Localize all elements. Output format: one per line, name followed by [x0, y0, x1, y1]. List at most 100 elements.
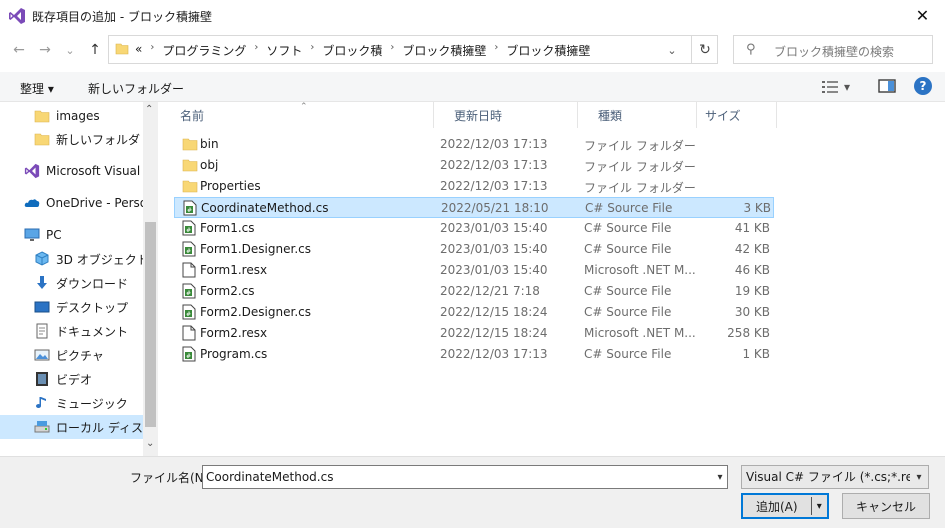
file-date: 2023/01/03 15:40 — [440, 263, 548, 277]
file-type-filter[interactable]: Visual C# ファイル (*.cs;*.resx;*.re — [741, 465, 929, 489]
sidebar-item[interactable]: ドキュメント — [0, 319, 143, 343]
change-view-button[interactable]: ▾ — [822, 77, 862, 97]
scroll-up-icon[interactable]: ⌃ — [145, 104, 153, 115]
scroll-down-icon[interactable]: ⌄ — [146, 438, 154, 449]
file-type: C# Source File — [584, 221, 672, 235]
file-list: 名前 ⌃ 更新日時 種類 サイズ bin 2022/12/03 17:13 ファイル… — [160, 102, 945, 456]
breadcrumb-overflow[interactable]: « — [135, 42, 142, 59]
file-row[interactable]: # CoordinateMethod.cs 2022/05/21 18:10 C# S… — [174, 197, 774, 218]
breadcrumb-item[interactable]: プログラミング — [162, 42, 246, 59]
sidebar-item-label: ローカル ディスク (C — [56, 420, 143, 435]
file-size: 30 KB — [734, 305, 770, 319]
folder-icon — [34, 108, 50, 124]
sidebar-item[interactable]: ローカル ディスク (C — [0, 415, 143, 439]
file-row[interactable]: Form2.resx 2022/12/15 18:24 Microsoft .NET… — [174, 323, 774, 344]
preview-pane-icon[interactable] — [878, 78, 896, 94]
file-type: Microsoft .NET M... — [584, 263, 696, 277]
file-row[interactable]: Form1.resx 2023/01/03 15:40 Microsoft .NET… — [174, 260, 774, 281]
new-folder-button[interactable]: 新しいフォルダー — [88, 80, 184, 97]
filename-dropdown-button[interactable]: ▾ — [712, 466, 728, 488]
svg-text:#: # — [187, 207, 192, 214]
column-header-name[interactable]: 名前 — [160, 102, 434, 128]
sidebar-item[interactable]: OneDrive - Person — [0, 191, 143, 215]
sidebar-item[interactable]: ミュージック — [0, 391, 143, 415]
svg-text:#: # — [186, 311, 191, 318]
file-row[interactable]: Properties 2022/12/03 17:13 ファイル フォルダー — [174, 176, 774, 197]
recent-locations-button[interactable]: ⌄ — [60, 40, 80, 60]
refresh-button[interactable]: ↻ — [691, 36, 718, 63]
file-row[interactable]: bin 2022/12/03 17:13 ファイル フォルダー — [174, 134, 774, 155]
file-name: Form2.Designer.cs — [200, 305, 311, 319]
file-name: CoordinateMethod.cs — [201, 201, 329, 215]
file-row[interactable]: # Form1.Designer.cs 2023/01/03 15:40 C# Sou… — [174, 239, 774, 260]
sidebar-item[interactable]: 3D オブジェクト — [0, 247, 143, 271]
file-size: 258 KB — [727, 326, 770, 340]
videos-icon — [34, 371, 50, 387]
file-date: 2022/12/03 17:13 — [440, 347, 548, 361]
resx-file-icon — [182, 262, 196, 278]
sidebar-item[interactable]: images — [0, 104, 143, 128]
add-button[interactable]: 追加(A) ▾ — [741, 493, 829, 519]
navigation-pane: images 新しいフォルダ Microsoft Visual S OneDrive … — [0, 102, 158, 456]
sidebar-item-label: 3D オブジェクト — [56, 252, 143, 267]
folder-icon — [34, 131, 50, 147]
file-row[interactable]: # Form2.Designer.cs 2022/12/15 18:24 C# Sou… — [174, 302, 774, 323]
forward-arrow-icon: → — [39, 42, 51, 58]
file-type: ファイル フォルダー — [584, 139, 696, 153]
file-row[interactable]: # Form1.cs 2023/01/03 15:40 C# Source File 4… — [174, 218, 774, 239]
back-button[interactable]: ← — [9, 40, 29, 60]
cancel-button[interactable]: キャンセル — [842, 493, 930, 519]
file-name: Form2.resx — [200, 326, 268, 340]
help-button[interactable]: ? — [914, 77, 932, 95]
address-dropdown-button[interactable]: ⌄ — [665, 41, 679, 59]
file-date: 2022/12/03 17:13 — [440, 137, 548, 151]
sidebar-item[interactable]: デスクトップ — [0, 295, 143, 319]
sidebar-item[interactable]: ピクチャ — [0, 343, 143, 367]
organize-menu[interactable]: 整理 ▾ — [20, 80, 54, 97]
sidebar-item[interactable]: 新しいフォルダ — [0, 127, 143, 151]
breadcrumb-item[interactable]: ブロック積擁壁 — [506, 42, 590, 59]
column-header-date[interactable]: 更新日時 — [434, 102, 578, 128]
file-type: ファイル フォルダー — [584, 160, 696, 174]
file-row[interactable]: # Form2.cs 2022/12/21 7:18 C# Source File 19… — [174, 281, 774, 302]
breadcrumb-item[interactable]: ブロック積擁壁 — [402, 42, 486, 59]
forward-button[interactable]: → — [35, 40, 55, 60]
scrollbar-thumb[interactable] — [145, 222, 156, 427]
file-type: ファイル フォルダー — [584, 181, 696, 195]
close-button[interactable]: ✕ — [900, 0, 945, 31]
sidebar-item-label: ミュージック — [56, 396, 128, 411]
file-name: Form1.resx — [200, 263, 268, 277]
search-input[interactable]: ⚲ ブロック積擁壁の検索 — [733, 35, 933, 64]
svg-text:#: # — [186, 227, 191, 234]
file-type-dropdown-button[interactable]: ▾ — [910, 466, 928, 488]
file-name: Form2.cs — [200, 284, 255, 298]
file-date: 2022/12/15 18:24 — [440, 326, 548, 340]
folder-icon — [182, 178, 198, 194]
filename-input[interactable] — [202, 465, 728, 489]
visual-studio-icon — [24, 163, 40, 179]
sidebar-item[interactable]: ビデオ — [0, 367, 143, 391]
csharp-file-icon: # — [182, 241, 196, 257]
file-row[interactable]: # Program.cs 2022/12/03 17:13 C# Source Fil… — [174, 344, 774, 365]
csharp-file-icon: # — [182, 283, 196, 299]
file-name: Properties — [200, 179, 261, 193]
sidebar-item-label: ダウンロード — [56, 276, 129, 291]
address-bar[interactable]: « › プログラミング › ソフト › ブロック積 › ブロック積擁壁 › ブロ… — [108, 35, 718, 64]
add-options-dropdown[interactable]: ▾ — [812, 501, 827, 512]
column-header-label: 種類 — [598, 108, 623, 123]
navigation-scrollbar[interactable]: ⌃ ⌄ — [143, 102, 158, 456]
local-disk-icon — [34, 419, 50, 435]
column-header-type[interactable]: 種類 — [578, 102, 697, 128]
sidebar-item-label: ビデオ — [56, 372, 93, 387]
file-row[interactable]: obj 2022/12/03 17:13 ファイル フォルダー — [174, 155, 774, 176]
folder-icon — [182, 157, 198, 173]
breadcrumb-item[interactable]: ブロック積 — [322, 42, 382, 59]
chevron-down-icon: ▾ — [916, 471, 922, 483]
sidebar-item[interactable]: Microsoft Visual S — [0, 159, 143, 183]
sidebar-item[interactable]: ダウンロード — [0, 271, 143, 295]
up-button[interactable]: ↑ — [85, 40, 105, 60]
breadcrumb-item[interactable]: ソフト — [266, 42, 302, 59]
sidebar-item[interactable]: PC — [0, 223, 143, 247]
sort-ascending-icon: ⌃ — [300, 102, 308, 112]
column-header-size[interactable]: サイズ — [697, 102, 777, 128]
